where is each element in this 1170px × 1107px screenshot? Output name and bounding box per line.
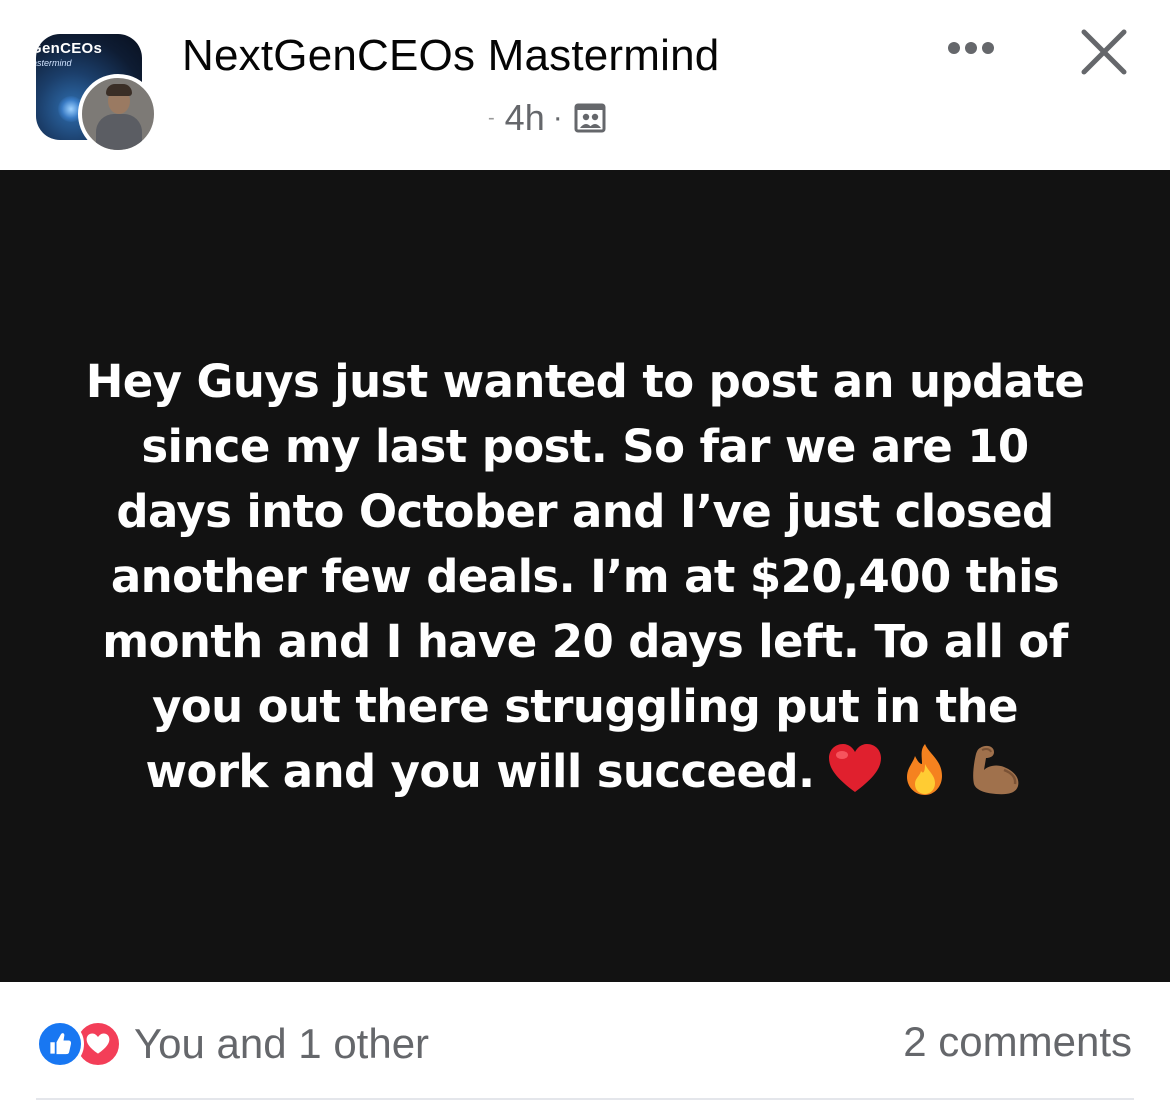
- post-text: Hey Guys just wanted to post an update s…: [85, 354, 1085, 798]
- more-options-icon[interactable]: [938, 28, 1004, 68]
- author-separator: -: [488, 106, 495, 129]
- group-logo-subtext: astermind: [36, 58, 72, 68]
- group-privacy-icon: [574, 103, 606, 133]
- avatar-body: [96, 114, 142, 150]
- footer-divider: [36, 1098, 1134, 1100]
- red-heart-emoji: [829, 743, 882, 792]
- post-text-container: Hey Guys just wanted to post an update s…: [85, 349, 1085, 804]
- comments-count[interactable]: 2 comments: [903, 1018, 1132, 1066]
- post-time[interactable]: 4h: [505, 97, 545, 139]
- meta-dot: ·: [552, 101, 563, 134]
- post-content-area[interactable]: Hey Guys just wanted to post an update s…: [0, 170, 1170, 982]
- group-name[interactable]: NextGenCEOs Mastermind: [182, 30, 719, 82]
- close-icon[interactable]: [1076, 24, 1132, 80]
- flexed-biceps-emoji: [973, 745, 1019, 794]
- fire-emoji: [907, 743, 943, 795]
- reactions-text[interactable]: You and 1 other: [134, 1020, 429, 1068]
- post-meta: - 4h ·: [488, 96, 607, 140]
- reactions-summary[interactable]: You and 1 other: [36, 1020, 429, 1068]
- like-reaction-icon: [36, 1020, 84, 1068]
- avatar-hair: [106, 84, 132, 96]
- group-logo-text: GenCEOs: [36, 40, 103, 57]
- post-header: GenCEOs astermind NextGenCEOs Mastermind…: [0, 0, 1170, 170]
- user-avatar[interactable]: [78, 74, 158, 154]
- post-emojis: [826, 740, 1024, 798]
